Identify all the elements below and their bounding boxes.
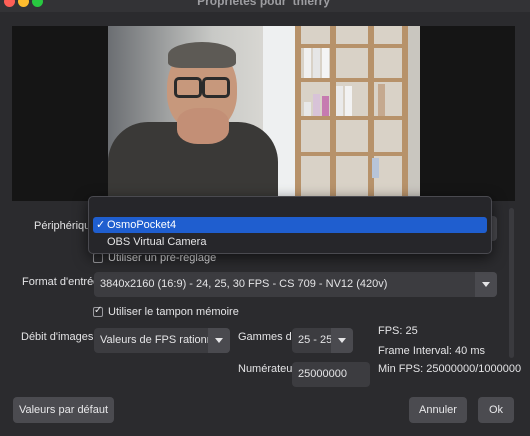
window-title: Propriétés pour 'thierry' <box>197 0 333 8</box>
chevron-down-icon <box>331 328 353 353</box>
framerate-label: Débit d'images ( <box>21 331 101 343</box>
device-option-obs-virtual-camera[interactable]: OBS Virtual Camera <box>93 234 487 250</box>
title-bar: Propriétés pour 'thierry' <box>0 0 530 12</box>
video-preview <box>12 26 515 201</box>
frame-interval-readout: Frame Interval: 40 ms <box>378 345 485 357</box>
preset-checkbox[interactable] <box>93 253 103 263</box>
buffer-label: Utiliser le tampon mémoire <box>108 306 239 318</box>
min-fps-readout: Min FPS: 25000000/1000000 <box>378 363 522 375</box>
numerator-value: 25000000 <box>298 368 347 380</box>
device-option-osmopocket4[interactable]: ✓ OsmoPocket4 <box>93 217 487 233</box>
format-value: 3840x2160 (16:9) - 24, 25, 30 FPS - CS 7… <box>100 278 388 290</box>
numerator-label: Numérateur <box>238 363 297 375</box>
buffer-checkbox[interactable] <box>93 305 103 317</box>
numerator-input[interactable]: 25000000 <box>292 362 370 387</box>
ranges-value: 25 - 25 <box>298 334 333 346</box>
glasses <box>174 77 230 98</box>
fps-readout: FPS: 25 <box>378 325 418 337</box>
checkmark-icon: ✓ <box>96 219 106 231</box>
format-label: Format d'entrée <box>22 276 100 288</box>
defaults-button[interactable]: Valeurs par défaut <box>13 397 114 423</box>
chevron-down-icon <box>475 272 497 297</box>
ranges-label: Gammes de <box>238 331 298 343</box>
ranges-select[interactable]: 25 - 25 <box>292 328 353 353</box>
scrollbar[interactable] <box>509 208 514 358</box>
cancel-button[interactable]: Annuler <box>409 397 467 423</box>
ok-button[interactable]: Ok <box>478 397 514 423</box>
framerate-type-value: Valeurs de FPS rationnell <box>100 334 224 346</box>
chevron-down-icon <box>208 328 230 353</box>
format-select[interactable]: 3840x2160 (16:9) - 24, 25, 30 FPS - CS 7… <box>94 272 497 297</box>
camera-frame <box>108 26 420 201</box>
hand <box>177 108 229 144</box>
framerate-type-select[interactable]: Valeurs de FPS rationnell <box>94 328 230 353</box>
device-dropdown-menu: ✓ OsmoPocket4 OBS Virtual Camera <box>88 196 492 254</box>
